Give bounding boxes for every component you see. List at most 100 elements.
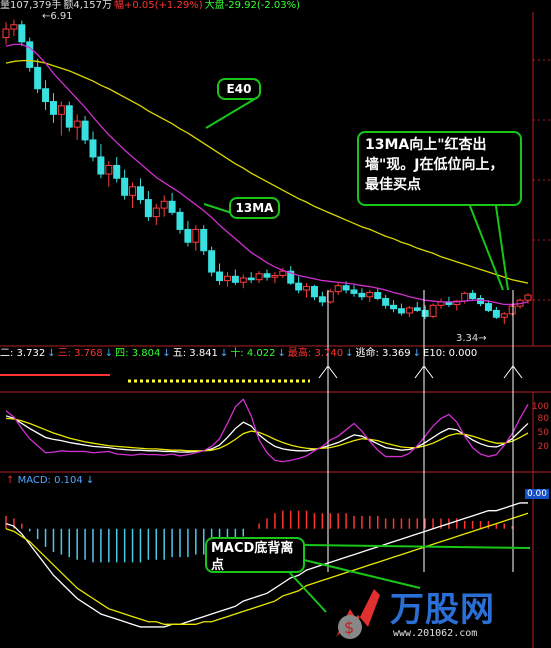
header-part: 大盘-29.92(-2.03%): [204, 0, 301, 11]
candle-body: [89, 139, 97, 158]
ma-arrow: ↓: [345, 348, 354, 359]
kdj-axis-50: 50: [537, 428, 549, 438]
callout-buy-point: 13MA向上"红杏出墙"现。J在低位向上，最佳买点: [357, 131, 522, 206]
candle-body: [524, 294, 532, 301]
ma-value: 五: 3.841: [172, 348, 218, 359]
candle-body: [65, 105, 73, 128]
candle-body: [73, 120, 81, 128]
candle-body: [216, 271, 224, 282]
candle-body: [239, 277, 247, 283]
candle-body: [129, 186, 137, 196]
ma-value: 最高: 3.740: [287, 348, 344, 359]
candle-body: [2, 28, 10, 39]
kdj-panel: [5, 398, 529, 463]
ma-arrow: ↓: [219, 348, 229, 359]
ma-arrow: ↓: [162, 348, 171, 359]
candle-body: [413, 307, 421, 311]
candle-body: [176, 211, 184, 230]
candle-body: [42, 88, 50, 103]
ma-value: 三: 3.768: [57, 348, 103, 359]
candle-body: [295, 282, 303, 291]
low-price-label: 3.34→: [456, 333, 487, 344]
callout-e40: E40: [217, 78, 261, 100]
macd-axis-value: 0.00: [524, 489, 549, 499]
candle-body: [366, 292, 374, 298]
candle-body: [318, 296, 326, 303]
candle-body: [144, 199, 152, 218]
candle-body: [350, 289, 358, 294]
candle-body: [492, 309, 500, 318]
candle-body: [49, 101, 57, 115]
candle-body: [97, 156, 105, 175]
candle-body: [18, 24, 26, 43]
ma-value: 逃命: 3.369: [355, 348, 411, 359]
callout-13ma: 13MA: [229, 197, 280, 219]
candle-body: [390, 304, 398, 310]
candle-body: [10, 24, 18, 30]
candle-body: [382, 297, 390, 306]
candle-body: [508, 305, 516, 315]
candle-body: [342, 285, 350, 291]
candle-body: [192, 228, 200, 243]
candle-body: [374, 292, 382, 299]
kdj-line-d: [5, 417, 529, 452]
candle-body: [184, 228, 192, 243]
candle-body: [358, 292, 366, 298]
candle-body: [247, 277, 255, 281]
kdj-axis-100: 100: [531, 402, 549, 412]
high-price-label: ←6.91: [42, 11, 73, 22]
candle-body: [81, 120, 89, 141]
candle-body: [405, 307, 413, 314]
macd-value: MACD: 0.104: [17, 475, 83, 486]
header-part: 额4,157万: [63, 0, 112, 11]
kdj-line-k: [5, 415, 529, 453]
macd-arrow: ↓: [85, 475, 95, 486]
candle-body: [231, 275, 239, 283]
candle-body: [121, 177, 129, 196]
candle-body: [208, 250, 216, 273]
candle-body: [500, 313, 508, 318]
kdj-axis-20: 20: [537, 442, 549, 452]
callout-pointer: [303, 544, 531, 549]
callout-pointer: [205, 96, 259, 129]
kdj-axis-80: 80: [537, 414, 549, 424]
ma-arrow: ↓: [104, 348, 114, 359]
watermark-url: www.201062.com: [393, 628, 478, 639]
ma-arrow: ↓: [277, 348, 286, 359]
ma-value: 四: 3.804: [115, 348, 161, 359]
candle-body: [429, 304, 437, 317]
ma-value: E10: 0.000: [423, 348, 478, 359]
candle-body: [263, 273, 271, 278]
candle-body: [26, 41, 34, 68]
ma-value: 十: 4.022: [230, 348, 276, 359]
candle-body: [334, 285, 342, 293]
candle-body: [136, 186, 144, 201]
candle-body: [484, 303, 492, 311]
ma-values-row: 二: 3.732 ↓ 三: 3.768 ↓ 四: 3.804 ↓ 五: 3.841 ↓ 十: 4…: [0, 347, 551, 361]
kdj-line-j: [5, 398, 529, 463]
candle-body: [34, 66, 42, 90]
candle-body: [461, 292, 469, 302]
callout-pointer: [289, 572, 327, 613]
candle-body: [469, 292, 477, 299]
ma-arrow: ↓: [47, 348, 56, 359]
candle-body: [168, 200, 176, 213]
watermark-logo: $: [336, 589, 380, 639]
macd-label: ↑ MACD: 0.104 ↓: [6, 475, 95, 486]
candle-body: [152, 207, 160, 218]
callout-macd-divergence: MACD底背离点: [205, 537, 305, 573]
svg-text:$: $: [344, 618, 354, 637]
ma-value: 二: 3.732: [0, 348, 46, 359]
header-part: 幅+0.05(+1.29%): [114, 0, 203, 11]
watermark-text: 万股网: [390, 590, 495, 630]
candle-body: [310, 286, 318, 298]
candle-body: [113, 164, 121, 179]
candle-body: [57, 105, 65, 115]
candle-body: [200, 228, 208, 252]
ma-arrow: ↓: [412, 348, 422, 359]
candle-body: [279, 270, 287, 276]
quote-header: 量107,379手 额4,157万 幅+0.05(+1.29%) 大盘-29.92(-…: [0, 0, 551, 12]
candle-body: [421, 309, 429, 317]
header-part: 量107,379手: [0, 0, 62, 11]
candle-body: [160, 200, 168, 209]
